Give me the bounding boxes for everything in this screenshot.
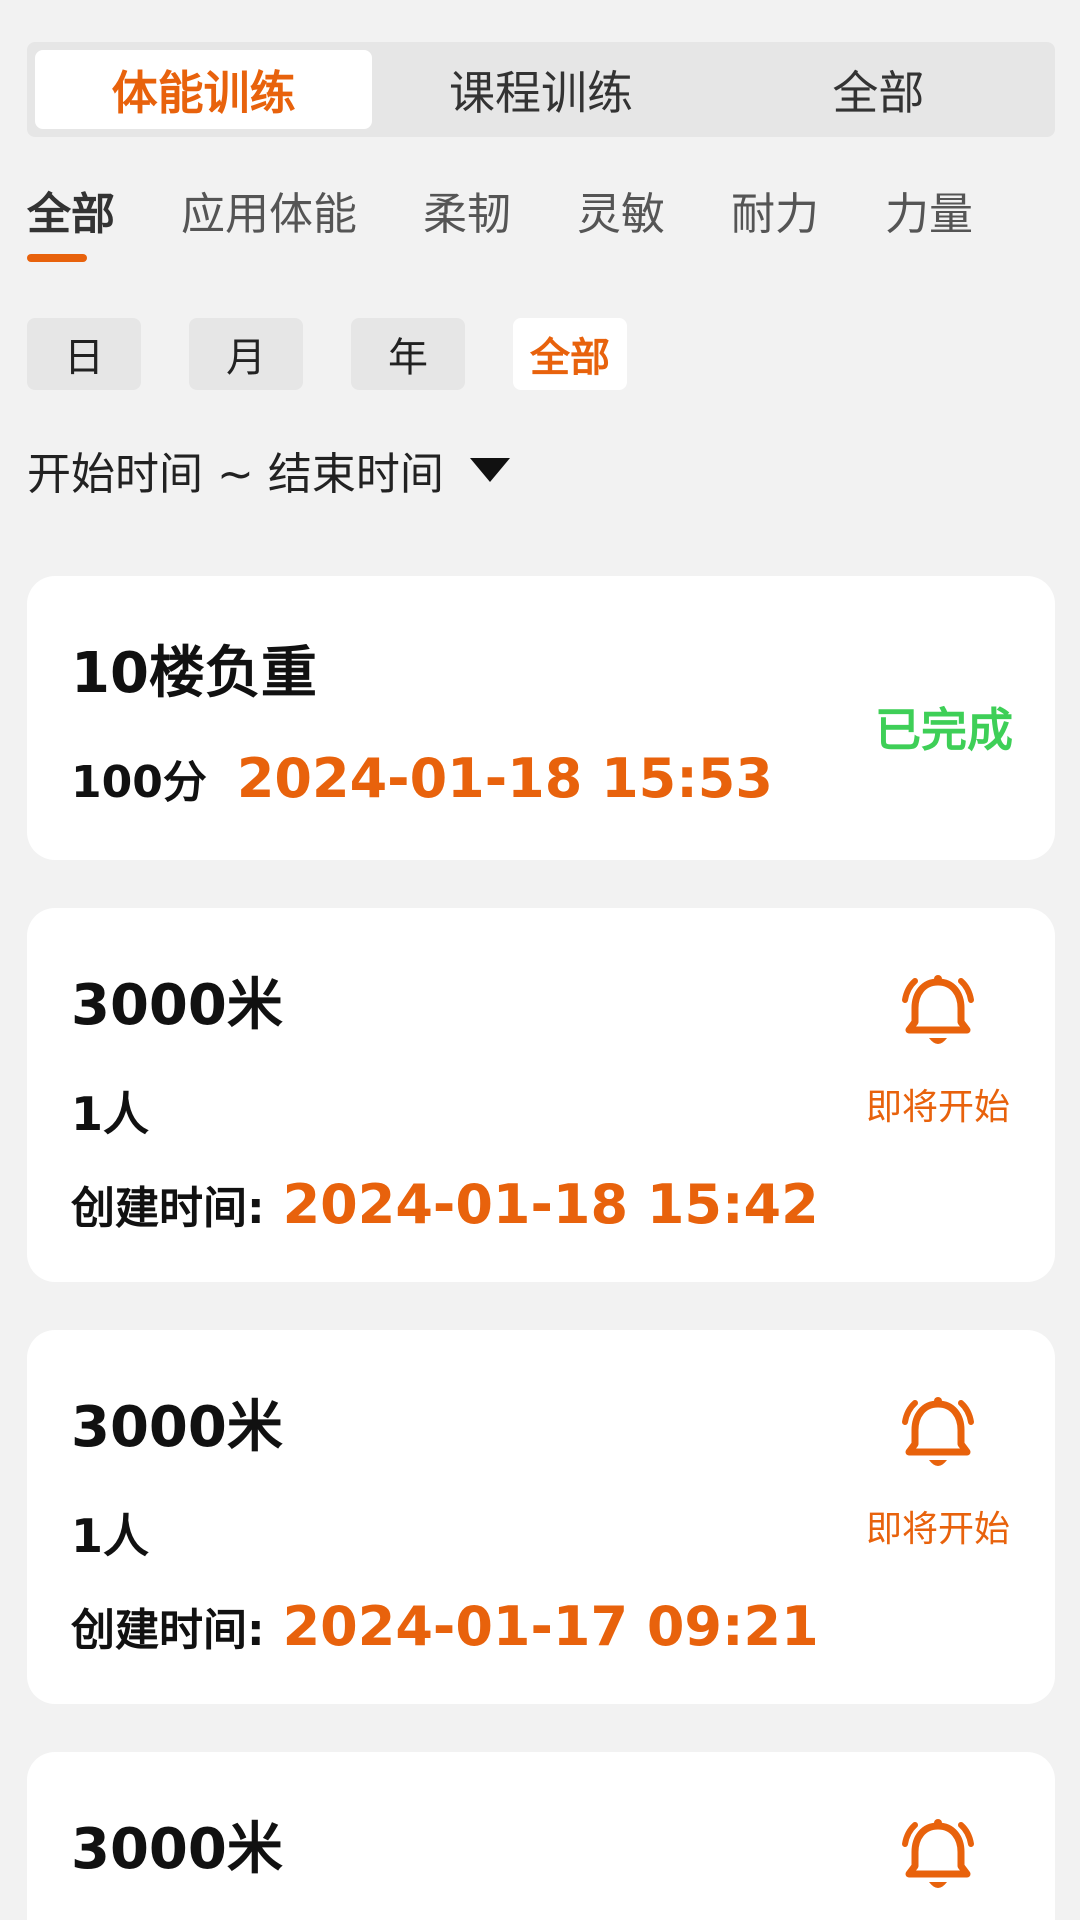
screen: 体能训练 课程训练 全部 全部 应用体能 柔韧 灵敏 耐力 力量 日 月 年 全… (0, 0, 1080, 1920)
category-tab-agility[interactable]: 灵敏 (577, 172, 665, 242)
period-year-button[interactable]: 年 (351, 318, 465, 390)
bell-icon (902, 975, 974, 1044)
training-card[interactable]: 3000米 (27, 1752, 1055, 1920)
category-tab-all[interactable]: 全部 (27, 172, 115, 262)
category-tab-applied-fitness[interactable]: 应用体能 (181, 172, 357, 242)
category-tab-strength[interactable]: 力量 (885, 172, 973, 242)
date-range-label: 开始时间 ~ 结束时间 (27, 449, 444, 500)
status-completed-label: 已完成 (875, 703, 1013, 757)
card-participant-count: 1人 (71, 1078, 149, 1144)
period-all-button[interactable]: 全部 (513, 318, 627, 390)
category-tabs: 全部 应用体能 柔韧 灵敏 耐力 力量 (27, 172, 1067, 267)
category-tab-label: 全部 (27, 189, 115, 240)
card-score-row: 100分 2024-01-18 15:53 (71, 746, 773, 810)
card-date: 2024-01-18 15:53 (236, 747, 773, 810)
card-title: 10楼负重 (71, 641, 317, 706)
card-date: 2024-01-18 15:42 (282, 1173, 819, 1236)
card-title: 3000米 (71, 973, 283, 1038)
bell-icon (902, 1397, 974, 1466)
card-title: 3000米 (71, 1817, 283, 1882)
card-created-row: 创建时间: 2024-01-18 15:42 (71, 1172, 819, 1236)
status-upcoming (863, 1814, 1013, 1900)
status-upcoming: 即将开始 (863, 970, 1013, 1130)
status-upcoming: 即将开始 (863, 1392, 1013, 1552)
participant-count: 1人 (71, 1509, 150, 1563)
period-filter: 日 月 年 全部 (27, 318, 675, 390)
status-upcoming-label: 即将开始 (865, 1509, 1010, 1550)
tab-physical-training[interactable]: 体能训练 (35, 50, 373, 129)
created-time-label: 创建时间: (71, 1183, 265, 1234)
period-month-button[interactable]: 月 (189, 318, 303, 390)
training-card[interactable]: 10楼负重 100分 2024-01-18 15:53 已完成 (27, 576, 1055, 860)
active-tab-indicator (27, 254, 87, 262)
training-type-tabs: 体能训练 课程训练 全部 (27, 42, 1055, 137)
card-title: 3000米 (71, 1395, 283, 1460)
card-date: 2024-01-17 09:21 (282, 1595, 819, 1658)
tab-all-types[interactable]: 全部 (710, 50, 1047, 129)
training-card[interactable]: 3000米 1人 创建时间: 2024-01-18 15:42 即将开始 (27, 908, 1055, 1282)
date-range-picker[interactable]: 开始时间 ~ 结束时间 (27, 440, 510, 500)
caret-down-icon (469, 458, 510, 482)
bell-icon (902, 1819, 974, 1888)
created-time-label: 创建时间: (71, 1605, 265, 1656)
card-score: 100分 (71, 757, 207, 808)
period-day-button[interactable]: 日 (27, 318, 141, 390)
training-card[interactable]: 3000米 1人 创建时间: 2024-01-17 09:21 即将开始 (27, 1330, 1055, 1704)
category-tab-flexibility[interactable]: 柔韧 (423, 172, 511, 242)
status-upcoming-label: 即将开始 (865, 1087, 1010, 1128)
tab-course-training[interactable]: 课程训练 (372, 50, 709, 129)
category-tab-endurance[interactable]: 耐力 (731, 172, 819, 242)
card-created-row: 创建时间: 2024-01-17 09:21 (71, 1594, 819, 1658)
card-participant-count: 1人 (71, 1500, 149, 1566)
participant-count: 1人 (71, 1087, 150, 1141)
